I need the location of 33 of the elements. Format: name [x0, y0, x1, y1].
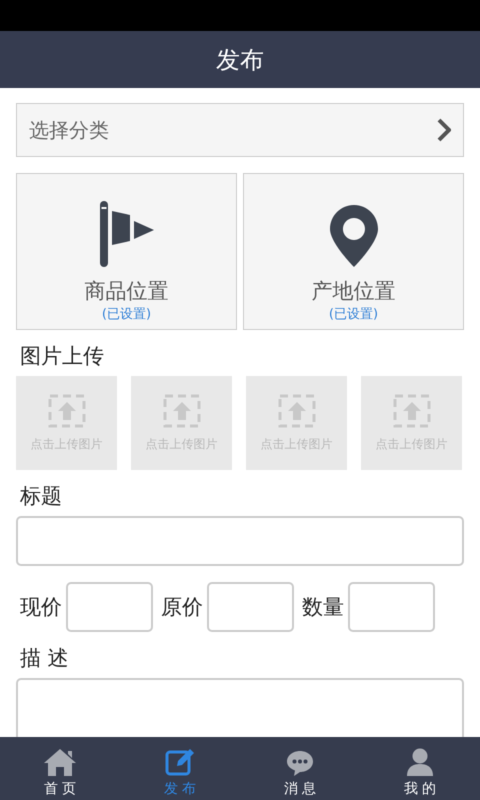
location-pin-icon — [330, 205, 378, 267]
status-label: (已设置) — [102, 306, 152, 323]
tab-item[interactable]: 首 页 — [0, 737, 120, 800]
upload-icon — [278, 394, 316, 428]
field-label: 标题 — [20, 483, 63, 510]
title-input[interactable] — [16, 516, 464, 566]
location-card[interactable]: 商品位置 (已设置) — [16, 173, 237, 330]
price-input[interactable] — [66, 582, 153, 632]
location-card[interactable]: 产地位置 (已设置) — [243, 173, 464, 330]
chat-icon — [286, 750, 314, 776]
upload-icon — [392, 394, 430, 428]
user-icon — [407, 748, 433, 776]
price-input[interactable] — [348, 582, 435, 632]
tab-item[interactable]: 我 的 — [360, 737, 480, 800]
category-select[interactable]: 选择分类 — [16, 103, 464, 157]
chevron-right-icon — [437, 118, 451, 142]
card-label: 产地位置 — [312, 278, 396, 305]
tab-item[interactable]: 发 布 — [120, 737, 240, 800]
field-label: 原价 — [161, 594, 203, 621]
home-icon — [43, 748, 77, 776]
field-label: 数量 — [302, 594, 344, 621]
tab-item[interactable]: 消 息 — [240, 737, 360, 800]
field-label: 现价 — [20, 594, 62, 621]
edit-icon — [165, 748, 195, 776]
card-label: 商品位置 — [84, 278, 168, 305]
status-label: (已设置) — [328, 306, 378, 323]
section-label: 图片上传 — [20, 343, 105, 370]
field-label: 描 述 — [20, 645, 70, 672]
upload-icon — [48, 394, 86, 428]
flag-icon — [100, 201, 154, 267]
page-title: 发布 — [216, 44, 264, 76]
price-input[interactable] — [207, 582, 294, 632]
upload-icon — [162, 394, 200, 428]
